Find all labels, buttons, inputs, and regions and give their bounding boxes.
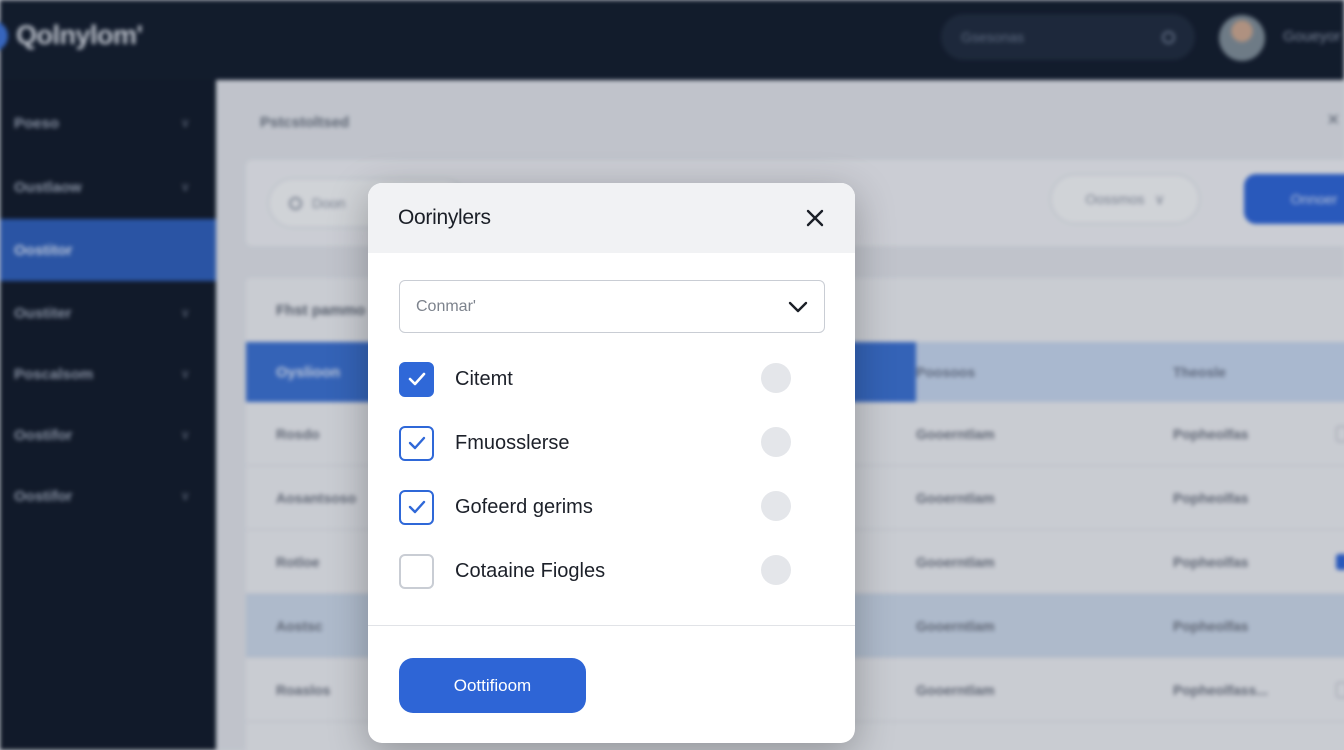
- close-icon: [806, 209, 824, 227]
- dialog-primary-button[interactable]: Oottifioom: [399, 658, 586, 713]
- option-label: Gofeerd gerims: [455, 495, 593, 518]
- dialog-select[interactable]: Conmar': [399, 280, 825, 333]
- option-radio[interactable]: [761, 491, 791, 521]
- option-row[interactable]: Citemt: [399, 359, 825, 399]
- option-checkbox-checked[interactable]: [399, 489, 434, 525]
- option-radio[interactable]: [761, 555, 791, 585]
- close-button[interactable]: [803, 206, 827, 230]
- dialog-header: Oorinylers: [368, 183, 855, 253]
- option-row[interactable]: Gofeerd gerims: [399, 487, 825, 527]
- checkmark-icon: [408, 372, 425, 386]
- dialog-select-value: Conmar': [416, 297, 476, 315]
- option-label: Fmuosslerse: [455, 431, 570, 454]
- checkmark-icon: [408, 436, 425, 450]
- filter-dialog: Oorinylers Conmar' Citemt Fmuosslerse Go…: [368, 183, 855, 743]
- dialog-divider: [368, 625, 855, 626]
- chevron-down-icon: [788, 301, 808, 312]
- option-checkbox-unchecked[interactable]: [399, 553, 434, 589]
- dialog-title: Oorinylers: [398, 206, 491, 229]
- option-radio[interactable]: [761, 427, 791, 457]
- option-radio[interactable]: [761, 363, 791, 393]
- checkmark-icon: [408, 500, 425, 514]
- option-label: Citemt: [455, 367, 513, 390]
- option-row[interactable]: Fmuosslerse: [399, 423, 825, 463]
- option-checkbox-checked[interactable]: [399, 361, 434, 397]
- option-row[interactable]: Cotaaine Fiogles: [399, 551, 825, 591]
- option-label: Cotaaine Fiogles: [455, 559, 606, 582]
- option-checkbox-checked[interactable]: [399, 425, 434, 461]
